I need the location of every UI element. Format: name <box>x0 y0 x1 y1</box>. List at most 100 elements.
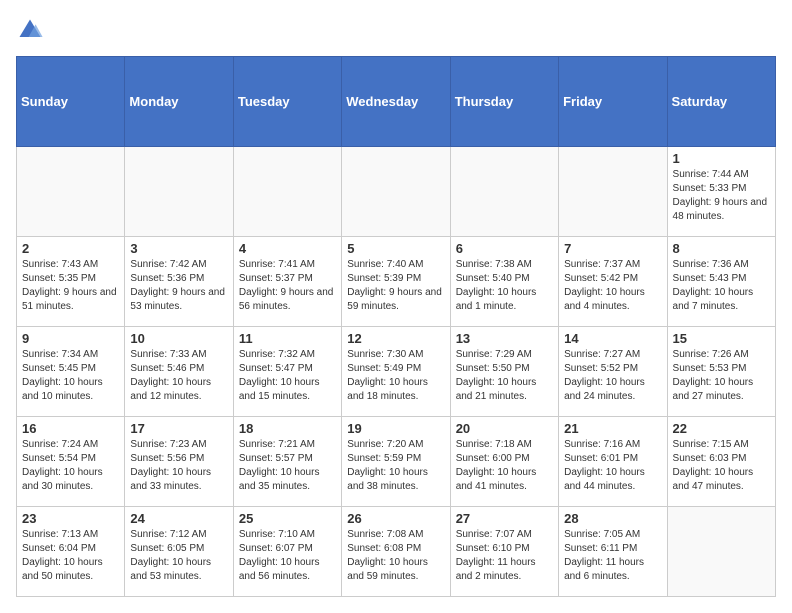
calendar-week-row: 1Sunrise: 7:44 AM Sunset: 5:33 PM Daylig… <box>17 147 776 237</box>
calendar-week-row: 16 Sunrise: 7:24 AM Sunset: 5:54 PM Dayli… <box>17 417 776 507</box>
calendar-day-cell: 16 Sunrise: 7:24 AM Sunset: 5:54 PM Dayli… <box>17 417 125 507</box>
weekday-header: Wednesday <box>342 57 450 147</box>
day-number: 15 <box>673 331 770 346</box>
calendar-day-cell <box>450 147 558 237</box>
calendar-week-row: 2 Sunrise: 7:43 AM Sunset: 5:35 PM Daylig… <box>17 237 776 327</box>
day-info: Sunrise: 7:33 AM Sunset: 5:46 PM Dayligh… <box>130 348 227 404</box>
day-number: 23 <box>22 511 119 526</box>
weekday-header: Monday <box>125 57 233 147</box>
day-info: Sunrise: 7:13 AM Sunset: 6:04 PM Dayligh… <box>22 528 119 584</box>
day-number: 11 <box>239 331 336 346</box>
calendar-day-cell: 14 Sunrise: 7:27 AM Sunset: 5:52 PM Dayli… <box>559 327 667 417</box>
calendar-header-row: SundayMondayTuesdayWednesdayThursdayFrid… <box>17 57 776 147</box>
page-header <box>16 16 776 44</box>
calendar-day-cell: 11 Sunrise: 7:32 AM Sunset: 5:47 PM Dayli… <box>233 327 341 417</box>
calendar-day-cell: 4Sunrise: 7:41 AM Sunset: 5:37 PM Daylig… <box>233 237 341 327</box>
calendar-week-row: 23 Sunrise: 7:13 AM Sunset: 6:04 PM Dayli… <box>17 507 776 597</box>
day-info: Sunrise: 7:10 AM Sunset: 6:07 PM Dayligh… <box>239 528 336 584</box>
day-info: Sunrise: 7:34 AM Sunset: 5:45 PM Dayligh… <box>22 348 119 404</box>
calendar-day-cell: 23 Sunrise: 7:13 AM Sunset: 6:04 PM Dayli… <box>17 507 125 597</box>
calendar-day-cell: 12 Sunrise: 7:30 AM Sunset: 5:49 PM Dayli… <box>342 327 450 417</box>
day-number: 25 <box>239 511 336 526</box>
day-number: 2 <box>22 241 119 256</box>
calendar-day-cell: 20 Sunrise: 7:18 AM Sunset: 6:00 PM Dayli… <box>450 417 558 507</box>
calendar-day-cell: 1Sunrise: 7:44 AM Sunset: 5:33 PM Daylig… <box>667 147 775 237</box>
calendar-day-cell <box>559 147 667 237</box>
logo <box>16 16 48 44</box>
day-number: 7 <box>564 241 661 256</box>
day-info: Sunrise: 7:23 AM Sunset: 5:56 PM Dayligh… <box>130 438 227 494</box>
calendar-day-cell: 13 Sunrise: 7:29 AM Sunset: 5:50 PM Dayli… <box>450 327 558 417</box>
calendar-day-cell: 22 Sunrise: 7:15 AM Sunset: 6:03 PM Dayli… <box>667 417 775 507</box>
calendar-day-cell: 6 Sunrise: 7:38 AM Sunset: 5:40 PM Daylig… <box>450 237 558 327</box>
day-info: Sunrise: 7:16 AM Sunset: 6:01 PM Dayligh… <box>564 438 661 494</box>
day-number: 10 <box>130 331 227 346</box>
calendar-day-cell: 2 Sunrise: 7:43 AM Sunset: 5:35 PM Daylig… <box>17 237 125 327</box>
calendar-week-row: 9 Sunrise: 7:34 AM Sunset: 5:45 PM Daylig… <box>17 327 776 417</box>
calendar-day-cell <box>17 147 125 237</box>
calendar-day-cell: 7 Sunrise: 7:37 AM Sunset: 5:42 PM Daylig… <box>559 237 667 327</box>
day-number: 22 <box>673 421 770 436</box>
day-info: Sunrise: 7:36 AM Sunset: 5:43 PM Dayligh… <box>673 258 770 314</box>
calendar-day-cell: 17 Sunrise: 7:23 AM Sunset: 5:56 PM Dayli… <box>125 417 233 507</box>
calendar-day-cell <box>342 147 450 237</box>
day-info: Sunrise: 7:15 AM Sunset: 6:03 PM Dayligh… <box>673 438 770 494</box>
day-info: Sunrise: 7:44 AM Sunset: 5:33 PM Dayligh… <box>673 168 770 224</box>
day-number: 9 <box>22 331 119 346</box>
day-number: 14 <box>564 331 661 346</box>
calendar-day-cell: 26 Sunrise: 7:08 AM Sunset: 6:08 PM Dayli… <box>342 507 450 597</box>
calendar-table: SundayMondayTuesdayWednesdayThursdayFrid… <box>16 56 776 597</box>
day-info: Sunrise: 7:30 AM Sunset: 5:49 PM Dayligh… <box>347 348 444 404</box>
day-number: 24 <box>130 511 227 526</box>
weekday-header: Saturday <box>667 57 775 147</box>
day-info: Sunrise: 7:08 AM Sunset: 6:08 PM Dayligh… <box>347 528 444 584</box>
calendar-day-cell: 27 Sunrise: 7:07 AM Sunset: 6:10 PM Dayli… <box>450 507 558 597</box>
day-number: 3 <box>130 241 227 256</box>
day-info: Sunrise: 7:32 AM Sunset: 5:47 PM Dayligh… <box>239 348 336 404</box>
weekday-header: Tuesday <box>233 57 341 147</box>
day-number: 12 <box>347 331 444 346</box>
day-number: 20 <box>456 421 553 436</box>
calendar-day-cell: 5 Sunrise: 7:40 AM Sunset: 5:39 PM Daylig… <box>342 237 450 327</box>
calendar-day-cell: 24 Sunrise: 7:12 AM Sunset: 6:05 PM Dayli… <box>125 507 233 597</box>
day-number: 18 <box>239 421 336 436</box>
calendar-day-cell: 8 Sunrise: 7:36 AM Sunset: 5:43 PM Daylig… <box>667 237 775 327</box>
weekday-header: Sunday <box>17 57 125 147</box>
day-number: 27 <box>456 511 553 526</box>
day-number: 21 <box>564 421 661 436</box>
day-info: Sunrise: 7:26 AM Sunset: 5:53 PM Dayligh… <box>673 348 770 404</box>
day-info: Sunrise: 7:24 AM Sunset: 5:54 PM Dayligh… <box>22 438 119 494</box>
day-info: Sunrise: 7:18 AM Sunset: 6:00 PM Dayligh… <box>456 438 553 494</box>
weekday-header: Thursday <box>450 57 558 147</box>
day-info: Sunrise: 7:07 AM Sunset: 6:10 PM Dayligh… <box>456 528 553 584</box>
calendar-day-cell: 28Sunrise: 7:05 AM Sunset: 6:11 PM Dayli… <box>559 507 667 597</box>
calendar-day-cell: 21 Sunrise: 7:16 AM Sunset: 6:01 PM Dayli… <box>559 417 667 507</box>
day-info: Sunrise: 7:21 AM Sunset: 5:57 PM Dayligh… <box>239 438 336 494</box>
day-number: 6 <box>456 241 553 256</box>
calendar-day-cell: 10 Sunrise: 7:33 AM Sunset: 5:46 PM Dayli… <box>125 327 233 417</box>
day-info: Sunrise: 7:41 AM Sunset: 5:37 PM Dayligh… <box>239 258 336 314</box>
day-number: 17 <box>130 421 227 436</box>
day-info: Sunrise: 7:20 AM Sunset: 5:59 PM Dayligh… <box>347 438 444 494</box>
day-number: 13 <box>456 331 553 346</box>
calendar-day-cell <box>233 147 341 237</box>
day-info: Sunrise: 7:12 AM Sunset: 6:05 PM Dayligh… <box>130 528 227 584</box>
day-number: 26 <box>347 511 444 526</box>
day-number: 5 <box>347 241 444 256</box>
day-number: 16 <box>22 421 119 436</box>
day-info: Sunrise: 7:37 AM Sunset: 5:42 PM Dayligh… <box>564 258 661 314</box>
day-info: Sunrise: 7:27 AM Sunset: 5:52 PM Dayligh… <box>564 348 661 404</box>
calendar-day-cell: 3 Sunrise: 7:42 AM Sunset: 5:36 PM Daylig… <box>125 237 233 327</box>
calendar-day-cell: 18 Sunrise: 7:21 AM Sunset: 5:57 PM Dayli… <box>233 417 341 507</box>
calendar-day-cell: 15 Sunrise: 7:26 AM Sunset: 5:53 PM Dayli… <box>667 327 775 417</box>
day-info: Sunrise: 7:42 AM Sunset: 5:36 PM Dayligh… <box>130 258 227 314</box>
day-number: 8 <box>673 241 770 256</box>
calendar-day-cell: 9 Sunrise: 7:34 AM Sunset: 5:45 PM Daylig… <box>17 327 125 417</box>
calendar-day-cell <box>125 147 233 237</box>
day-info: Sunrise: 7:38 AM Sunset: 5:40 PM Dayligh… <box>456 258 553 314</box>
day-info: Sunrise: 7:40 AM Sunset: 5:39 PM Dayligh… <box>347 258 444 314</box>
day-info: Sunrise: 7:29 AM Sunset: 5:50 PM Dayligh… <box>456 348 553 404</box>
day-number: 19 <box>347 421 444 436</box>
calendar-day-cell <box>667 507 775 597</box>
day-info: Sunrise: 7:43 AM Sunset: 5:35 PM Dayligh… <box>22 258 119 314</box>
